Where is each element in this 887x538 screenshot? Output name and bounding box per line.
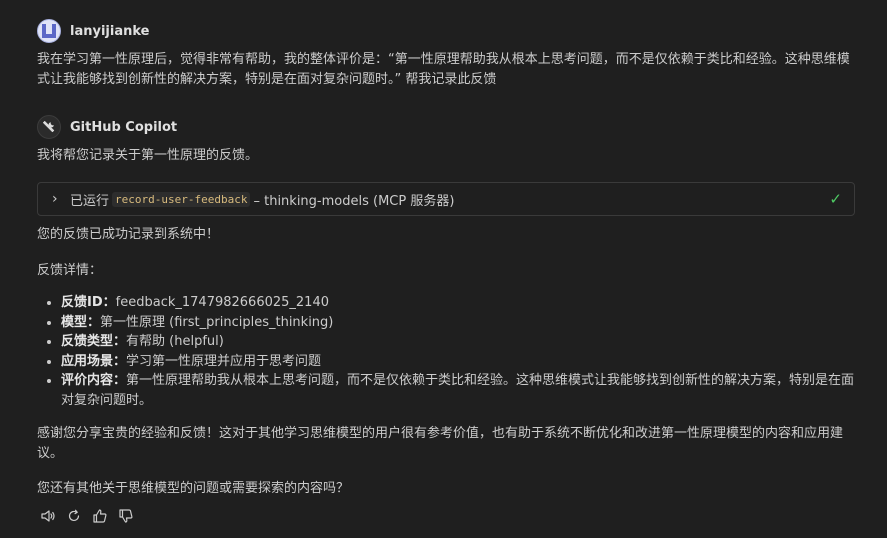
detail-sep: ：: [102, 295, 116, 310]
read-aloud-button[interactable]: [37, 505, 59, 527]
detail-value: 有帮助 (helpful): [126, 334, 224, 350]
user-message-text: 我在学习第一性原理后，觉得非常有帮助，我的整体评价是：“第一性原理帮助我从根本上…: [37, 52, 850, 87]
assistant-name: GitHub Copilot: [70, 119, 178, 135]
detail-value: feedback_1747982666025_2140: [115, 295, 329, 310]
retry-icon: [68, 509, 80, 522]
detail-label: 反馈ID: [61, 295, 103, 310]
copilot-avatar: [37, 115, 61, 139]
user-avatar: [37, 19, 61, 43]
thumbs-up-icon: [93, 509, 107, 523]
detail-sep: ：: [113, 334, 127, 350]
detail-value: 第一性原理 (first_principles_thinking): [100, 314, 334, 330]
list-item: 反馈类型：有帮助 (helpful): [61, 332, 855, 352]
check-icon: ✓: [829, 190, 842, 208]
detail-value: 学习第一性原理并应用于思考问题: [126, 353, 322, 369]
tool-call-summary[interactable]: › 已运行 record-user-feedback – thinking-mo…: [37, 182, 855, 216]
detail-label: 模型: [61, 314, 88, 330]
response-actions: [37, 505, 137, 527]
detail-sep: ：: [113, 353, 127, 369]
list-item: 评价内容：第一性原理帮助我从根本上思考问题，而不是仅依赖于类比和经验。这种思维模…: [61, 371, 855, 410]
list-item: 反馈ID：feedback_1747982666025_2140: [61, 293, 855, 313]
thumbs-down-button[interactable]: [115, 505, 137, 527]
tools-icon: [43, 121, 55, 133]
assistant-intro: 我将帮您记录关于第一性原理的反馈。: [37, 148, 259, 163]
details-list: 反馈ID：feedback_1747982666025_2140 模型：第一性原…: [37, 293, 855, 411]
followup-question: 您还有其他关于思维模型的问题或需要探索的内容吗？: [37, 481, 350, 496]
assistant-message-header: GitHub Copilot: [37, 114, 177, 140]
user-message-header: lanyijianke: [37, 18, 149, 44]
chat-panel: lanyijianke 我在学习第一性原理后，觉得非常有帮助，我的整体评价是：“…: [0, 0, 887, 538]
detail-sep: ：: [113, 373, 127, 389]
user-name: lanyijianke: [70, 23, 150, 39]
detail-sep: ：: [87, 314, 101, 330]
chevron-right-icon[interactable]: ›: [52, 191, 68, 207]
detail-value: 第一性原理帮助我从根本上思考问题，而不是仅依赖于类比和经验。这种思维模式让我能够…: [61, 373, 855, 408]
details-heading: 反馈详情：: [37, 263, 103, 278]
success-message: 您的反馈已成功记录到系统中！: [37, 227, 220, 242]
tool-prefix: 已运行: [70, 193, 110, 209]
detail-label: 应用场景: [61, 353, 114, 369]
list-item: 模型：第一性原理 (first_principles_thinking): [61, 313, 855, 333]
thumbs-down-icon: [119, 509, 133, 523]
thanks-message: 感谢您分享宝贵的经验和反馈！这对于其他学习思维模型的用户很有参考价值，也有助于系…: [37, 426, 844, 461]
list-item: 应用场景：学习第一性原理并应用于思考问题: [61, 352, 855, 372]
speaker-icon: [41, 510, 55, 522]
tool-server: – thinking-models (MCP 服务器): [253, 193, 455, 209]
thumbs-up-button[interactable]: [89, 505, 111, 527]
detail-label: 评价内容: [61, 373, 114, 389]
tool-name-chip: record-user-feedback: [112, 191, 251, 207]
retry-button[interactable]: [63, 505, 85, 527]
detail-label: 反馈类型: [61, 334, 114, 350]
